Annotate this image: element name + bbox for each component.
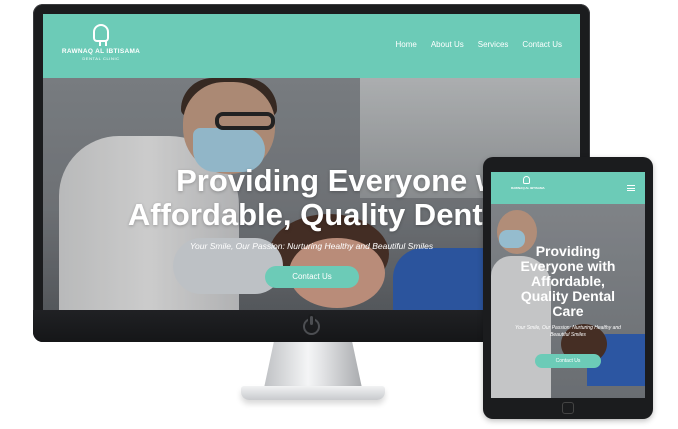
tablet-logo-name: RAWNAQ AL IBTISAMA (511, 186, 545, 190)
tablet-site-logo[interactable]: RAWNAQ AL IBTISAMA (511, 176, 545, 190)
monitor-stand-neck (264, 342, 362, 388)
contact-us-button[interactable]: Contact Us (265, 266, 359, 288)
nav-about-us[interactable]: About Us (431, 40, 464, 49)
main-nav: Home About Us Services Contact Us (395, 40, 562, 49)
logo-subtitle: DENTAL CLINIC (82, 56, 120, 61)
tooth-icon (93, 24, 109, 46)
site-header: RAWNAQ AL IBTISAMA DENTAL CLINIC Home Ab… (43, 14, 580, 78)
power-icon[interactable] (303, 316, 320, 335)
tablet-hero-tagline: Your Smile, Our Passion: Nurturing Healt… (515, 325, 621, 338)
tablet-device: RAWNAQ AL IBTISAMA Providing Everyone wi… (483, 157, 653, 419)
nav-home[interactable]: Home (395, 40, 416, 49)
hamburger-menu-icon[interactable] (627, 185, 635, 191)
tablet-hero-section: Providing Everyone with Affordable, Qual… (491, 204, 645, 398)
logo-name: RAWNAQ AL IBTISAMA (61, 48, 141, 55)
tooth-icon (522, 176, 530, 184)
tablet-screen: RAWNAQ AL IBTISAMA Providing Everyone wi… (491, 172, 645, 398)
monitor-stand-base (241, 386, 385, 400)
tablet-home-button-icon[interactable] (562, 402, 574, 414)
nav-contact-us[interactable]: Contact Us (522, 40, 562, 49)
nav-services[interactable]: Services (478, 40, 509, 49)
tablet-contact-us-button[interactable]: Contact Us (535, 354, 601, 368)
site-logo[interactable]: RAWNAQ AL IBTISAMA DENTAL CLINIC (59, 24, 143, 61)
tablet-hero-title: Providing Everyone with Affordable, Qual… (520, 243, 616, 319)
tablet-site-header: RAWNAQ AL IBTISAMA (491, 172, 645, 204)
